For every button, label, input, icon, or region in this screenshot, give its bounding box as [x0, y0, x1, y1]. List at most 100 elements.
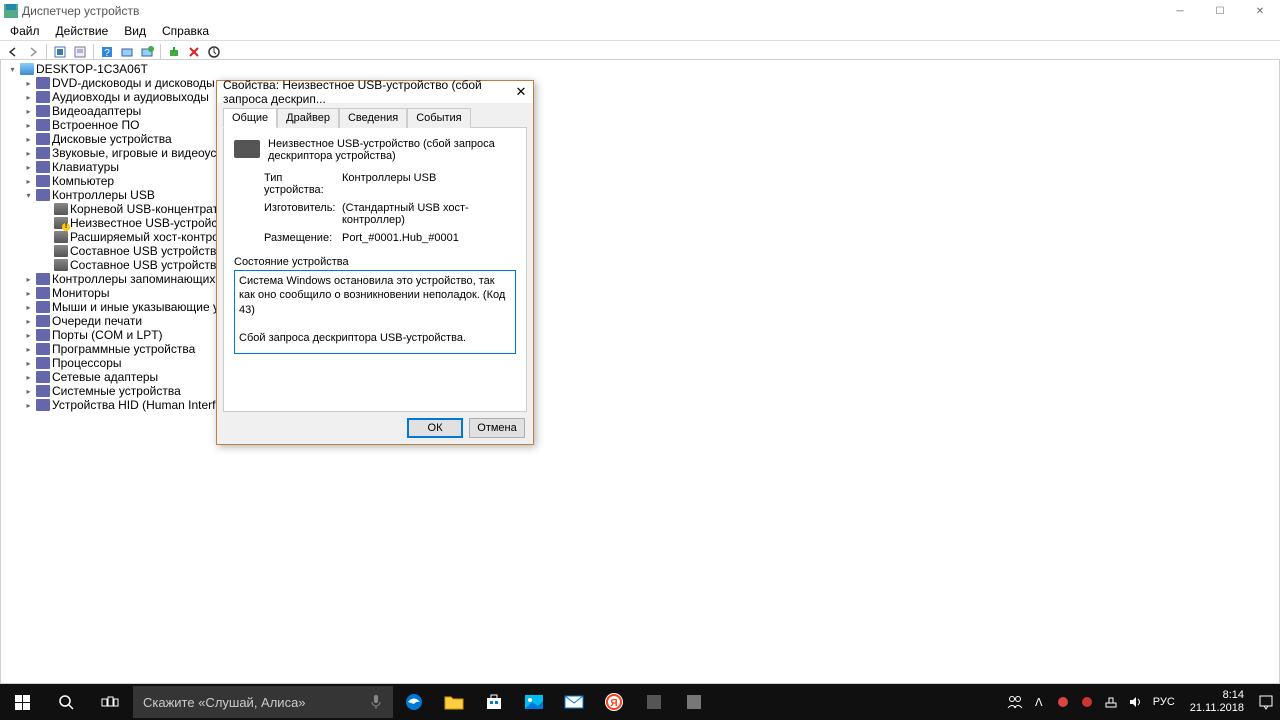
expander-icon[interactable]	[23, 106, 34, 117]
uninstall-button[interactable]	[185, 43, 203, 61]
tab-general[interactable]: Общие	[223, 108, 277, 128]
tray-chevron-icon[interactable]: ᐱ	[1030, 684, 1048, 720]
menu-file[interactable]: Файл	[2, 22, 48, 40]
menu-help[interactable]: Справка	[154, 22, 217, 40]
tree-row[interactable]: Системные устройства	[3, 384, 1277, 398]
scan-button[interactable]	[118, 43, 136, 61]
expander-icon[interactable]	[23, 372, 34, 383]
tree-row[interactable]: Расширяемый хост-контроллер I	[3, 230, 1277, 244]
device-category-icon	[20, 63, 34, 75]
tree-row[interactable]: Контроллеры USB	[3, 188, 1277, 202]
dialog-titlebar[interactable]: Свойства: Неизвестное USB-устройство (сб…	[217, 81, 533, 103]
tree-row[interactable]: Контроллеры запоминающих устрой	[3, 272, 1277, 286]
people-icon[interactable]	[1006, 684, 1024, 720]
network-icon[interactable]	[1102, 684, 1120, 720]
tree-row[interactable]: Корневой USB-концентратор (USB	[3, 202, 1277, 216]
tree-row[interactable]: Составное USB устройство	[3, 258, 1277, 272]
device-tree[interactable]: DESKTOP-1C3A06TDVD-дисководы и дисководы…	[1, 60, 1279, 414]
expander-icon[interactable]	[23, 330, 34, 341]
tab-driver[interactable]: Драйвер	[277, 108, 339, 128]
task-view-button[interactable]	[88, 684, 132, 720]
tray-app-icon-2[interactable]	[1078, 684, 1096, 720]
tab-events[interactable]: События	[407, 108, 470, 128]
maximize-button[interactable]: ☐	[1200, 0, 1240, 22]
explorer-icon[interactable]	[434, 684, 474, 720]
mail-icon[interactable]	[554, 684, 594, 720]
expander-icon[interactable]	[23, 288, 34, 299]
minimize-button[interactable]: ─	[1160, 0, 1200, 22]
tree-row[interactable]: Компьютер	[3, 174, 1277, 188]
device-category-icon	[36, 385, 50, 397]
edge-icon[interactable]	[394, 684, 434, 720]
tree-row[interactable]: Очереди печати	[3, 314, 1277, 328]
forward-button[interactable]	[24, 43, 42, 61]
tree-row[interactable]: Видеоадаптеры	[3, 104, 1277, 118]
app-icon-2[interactable]	[674, 684, 714, 720]
clock[interactable]: 8:14 21.11.2018	[1184, 689, 1250, 715]
app-icon-1[interactable]	[634, 684, 674, 720]
expander-icon[interactable]	[23, 190, 34, 201]
tree-row[interactable]: Дисковые устройства	[3, 132, 1277, 146]
expander-icon[interactable]	[23, 302, 34, 313]
ok-button[interactable]: ОК	[407, 418, 463, 438]
tree-row[interactable]: Клавиатуры	[3, 160, 1277, 174]
start-button[interactable]	[0, 684, 44, 720]
language-indicator[interactable]: РУС	[1150, 684, 1178, 720]
device-category-icon	[36, 175, 50, 187]
tree-row[interactable]: Звуковые, игровые и видеоустройств	[3, 146, 1277, 160]
volume-icon[interactable]	[1126, 684, 1144, 720]
notifications-icon[interactable]	[1256, 684, 1276, 720]
tree-row[interactable]: Процессоры	[3, 356, 1277, 370]
menu-view[interactable]: Вид	[116, 22, 154, 40]
tree-row[interactable]: Мониторы	[3, 286, 1277, 300]
cortana-search-box[interactable]: Скажите «Слушай, Алиса»	[133, 686, 393, 718]
show-hidden-button[interactable]	[51, 43, 69, 61]
tree-row[interactable]: Составное USB устройство	[3, 244, 1277, 258]
update-driver-button[interactable]	[205, 43, 223, 61]
mic-icon[interactable]	[369, 693, 383, 711]
expander-icon[interactable]	[23, 400, 34, 411]
store-icon[interactable]	[474, 684, 514, 720]
tree-row[interactable]: Неизвестное USB-устройство (сбо	[3, 216, 1277, 230]
tree-row[interactable]: Встроенное ПО	[3, 118, 1277, 132]
expander-icon[interactable]	[7, 64, 18, 75]
yandex-icon[interactable]: Я	[594, 684, 634, 720]
tab-details[interactable]: Сведения	[339, 108, 407, 128]
tree-row[interactable]: Аудиовходы и аудиовыходы	[3, 90, 1277, 104]
tree-row[interactable]: Порты (COM и LPT)	[3, 328, 1277, 342]
expander-icon[interactable]	[23, 120, 34, 131]
help-button[interactable]: ?	[98, 43, 116, 61]
expander-icon[interactable]	[23, 358, 34, 369]
scan-hardware-button[interactable]	[138, 43, 156, 61]
tree-row[interactable]: Программные устройства	[3, 342, 1277, 356]
tree-row[interactable]: Сетевые адаптеры	[3, 370, 1277, 384]
device-category-icon	[54, 245, 68, 257]
expander-icon[interactable]	[23, 134, 34, 145]
expander-icon[interactable]	[23, 148, 34, 159]
prop-mfg-value: (Стандартный USB хост-контроллер)	[342, 202, 516, 226]
cancel-button[interactable]: Отмена	[469, 418, 525, 438]
dialog-close-button[interactable]: ✕	[511, 83, 531, 101]
tree-row[interactable]: Мыши и иные указывающие устрой	[3, 300, 1277, 314]
expander-icon[interactable]	[23, 176, 34, 187]
expander-icon[interactable]	[23, 344, 34, 355]
tree-row[interactable]: DVD-дисководы и дисководы компа	[3, 76, 1277, 90]
tree-row[interactable]: DESKTOP-1C3A06T	[3, 62, 1277, 76]
menu-action[interactable]: Действие	[48, 22, 117, 40]
photos-icon[interactable]	[514, 684, 554, 720]
window-close-button[interactable]: ✕	[1240, 0, 1280, 22]
expander-icon[interactable]	[23, 316, 34, 327]
tray-app-icon[interactable]	[1054, 684, 1072, 720]
back-button[interactable]	[4, 43, 22, 61]
expander-icon[interactable]	[23, 162, 34, 173]
enable-button[interactable]	[165, 43, 183, 61]
device-category-icon	[36, 357, 50, 369]
expander-icon[interactable]	[23, 92, 34, 103]
device-status-text[interactable]	[234, 270, 516, 354]
expander-icon[interactable]	[23, 274, 34, 285]
tree-row[interactable]: Устройства HID (Human Interface Dev	[3, 398, 1277, 412]
properties-button[interactable]	[71, 43, 89, 61]
search-button[interactable]	[44, 684, 88, 720]
expander-icon[interactable]	[23, 386, 34, 397]
expander-icon[interactable]	[23, 78, 34, 89]
